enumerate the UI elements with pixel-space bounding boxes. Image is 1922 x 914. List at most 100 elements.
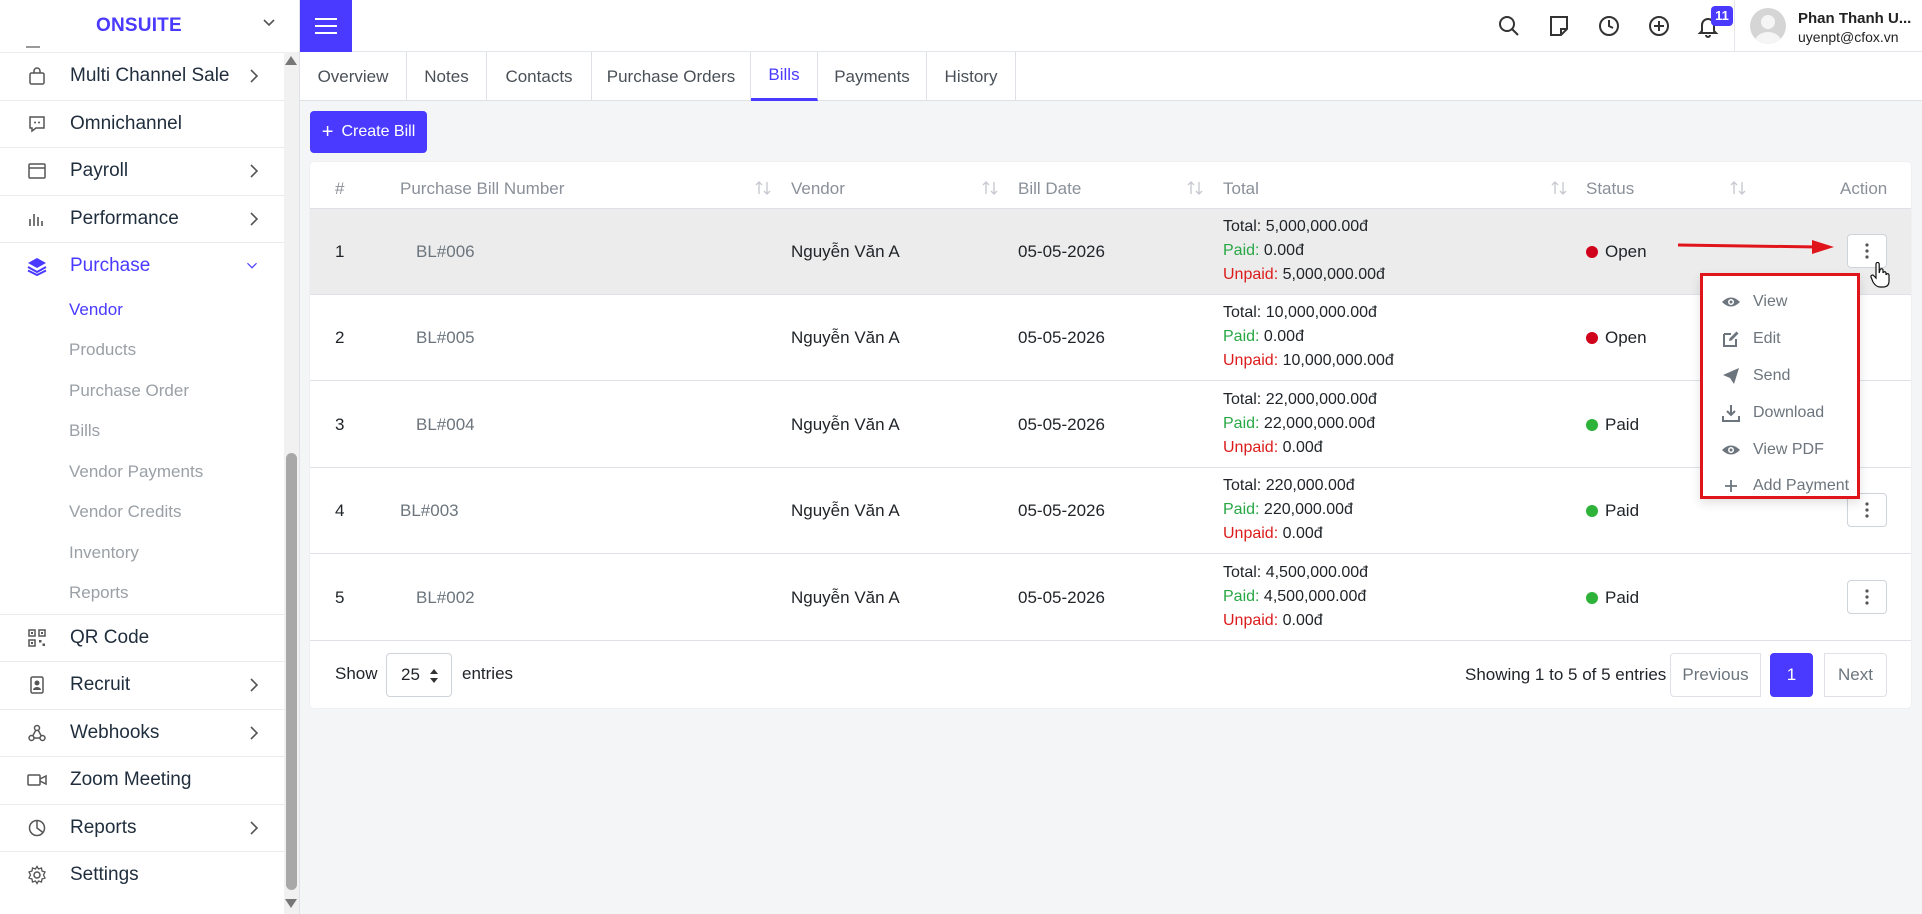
sort-icon[interactable] [1550,179,1568,197]
chevron-right-icon [250,69,259,83]
bill-number-link[interactable]: BL#004 [416,415,475,435]
menu-item-view-pdf[interactable]: View PDF [1721,438,1824,462]
sidebar-item-purchase[interactable]: Purchase [0,242,284,290]
chevron-down-icon[interactable] [262,16,276,30]
sidebar-item-label: QR Code [70,626,150,648]
row-action-button[interactable] [1847,580,1887,614]
column-header-number[interactable]: # [335,178,344,200]
sidebar-sub-vendor-credits[interactable]: Vendor Credits [0,492,284,533]
sidebar-item-recruit[interactable]: Recruit [0,661,284,709]
avatar[interactable] [1750,8,1786,44]
next-page-button[interactable]: Next [1824,653,1887,697]
user-name[interactable]: Phan Thanh U... [1798,10,1911,27]
column-header-bill-number[interactable]: Purchase Bill Number [400,178,564,200]
sort-icon[interactable] [1186,179,1204,197]
row-number: 4 [335,501,345,520]
sidebar-item-settings[interactable]: Settings [0,851,284,899]
tab-bills[interactable]: Bills [751,52,818,101]
menu-toggle-button[interactable] [300,0,352,52]
paid-line: Paid: 220,000.00đ [1223,498,1355,522]
tab-notes[interactable]: Notes [407,52,487,101]
sidebar-item-performance[interactable]: Performance [0,194,284,243]
create-bill-button[interactable]: + Create Bill [310,111,427,153]
tab-label: Bills [768,65,800,84]
menu-item-send[interactable]: Send [1721,364,1790,388]
page-1-button[interactable]: 1 [1770,653,1813,697]
clock-icon[interactable] [1597,14,1621,38]
status-text: Paid [1605,501,1640,520]
column-header-vendor[interactable]: Vendor [791,178,845,200]
sidebar-sub-bills[interactable]: Bills [0,411,284,452]
menu-item-view[interactable]: View [1721,290,1787,314]
column-header-status[interactable]: Status [1586,178,1634,200]
status-dot [1586,592,1598,604]
bill-number-link[interactable]: BL#002 [416,588,475,608]
sidebar-sub-vendor[interactable]: Vendor [0,290,284,331]
unpaid-line: Unpaid: 10,000,000.00đ [1223,349,1394,373]
bill-number-link[interactable]: BL#003 [400,501,459,521]
bill-total-block: Total: 22,000,000.00đ Paid: 22,000,000.0… [1223,388,1377,460]
total-line: Total: 22,000,000.00đ [1223,388,1377,412]
bill-total-block: Total: 10,000,000.00đ Paid: 0.00đ Unpaid… [1223,301,1394,373]
column-header-total[interactable]: Total [1223,178,1259,200]
table-row[interactable] [310,209,1911,295]
bill-number-link[interactable]: BL#006 [416,242,475,262]
bill-number-link[interactable]: BL#005 [416,328,475,348]
sort-icon[interactable] [754,179,772,197]
brand[interactable]: ONSUITE [0,0,299,52]
unpaid-label: Unpaid: [1223,439,1279,456]
search-icon[interactable] [1497,14,1521,38]
sidebar-scroll-thumb[interactable] [286,453,297,890]
status-dot [1586,419,1598,431]
bill-date: 05-05-2026 [1018,242,1105,261]
eye-icon [1721,292,1741,312]
sidebar-sub-reports[interactable]: Reports [0,573,284,614]
tab-contacts[interactable]: Contacts [487,52,592,101]
tab-payments[interactable]: Payments [818,52,927,101]
menu-item-download[interactable]: Download [1721,401,1824,425]
sidebar-sub-inventory[interactable]: Inventory [0,533,284,574]
page-length-value: 25 [401,665,420,684]
page-length-select[interactable]: 25 [386,653,452,697]
sidebar-item-zoom-meeting[interactable]: Zoom Meeting [0,756,284,804]
sidebar-item-reports[interactable]: Reports [0,803,284,852]
sort-icon[interactable] [981,179,999,197]
unpaid-line: Unpaid: 0.00đ [1223,436,1377,460]
sort-icon[interactable] [1729,179,1747,197]
sidebar-sub-products[interactable]: Products [0,330,284,371]
menu-item-add-payment[interactable]: Add Payment [1721,474,1849,498]
sidebar-sub-vendor-payments[interactable]: Vendor Payments [0,452,284,493]
vendor-name: Nguyễn Văn A [791,501,900,520]
sidebar-item-payroll[interactable]: Payroll [0,147,284,195]
sidebar-item-label: Payroll [70,160,129,182]
sidebar-item-multi-channel-sale[interactable]: Multi Channel Sale [0,52,284,100]
notification-badge: 11 [1711,6,1733,26]
table-row[interactable] [310,468,1911,554]
sidebar-item-qr-code[interactable]: QR Code [0,613,284,662]
table-row[interactable] [310,555,1911,641]
sticky-note-icon[interactable] [1547,14,1571,38]
sidebar-item-omnichannel[interactable]: Omnichannel [0,99,284,148]
scroll-down-arrow-icon[interactable] [285,899,297,908]
status-dot [1586,246,1598,258]
previous-page-button[interactable]: Previous [1670,653,1761,697]
scroll-up-arrow-icon[interactable] [285,56,297,65]
paid-value: 0.00đ [1263,328,1304,345]
menu-item-edit[interactable]: Edit [1721,327,1781,351]
sidebar-sub-purchase-order[interactable]: Purchase Order [0,371,284,412]
column-header-bill-date[interactable]: Bill Date [1018,178,1081,200]
add-circle-icon[interactable] [1647,14,1671,38]
sidebar-item-webhooks[interactable]: Webhooks [0,708,284,757]
row-number: 3 [335,415,345,434]
table-row[interactable] [310,295,1911,381]
tab-purchase-orders[interactable]: Purchase Orders [592,52,751,101]
unpaid-label: Unpaid: [1223,612,1279,629]
tab-history[interactable]: History [927,52,1016,101]
menu-item-label: Edit [1753,330,1781,347]
edit-icon [1721,329,1741,349]
table-row[interactable] [310,382,1911,468]
tab-overview[interactable]: Overview [300,52,407,101]
bar-chart-icon [26,208,48,230]
sidebar-sub-label: Vendor Payments [69,461,204,481]
sidebar-item-label: Omnichannel [70,112,182,134]
